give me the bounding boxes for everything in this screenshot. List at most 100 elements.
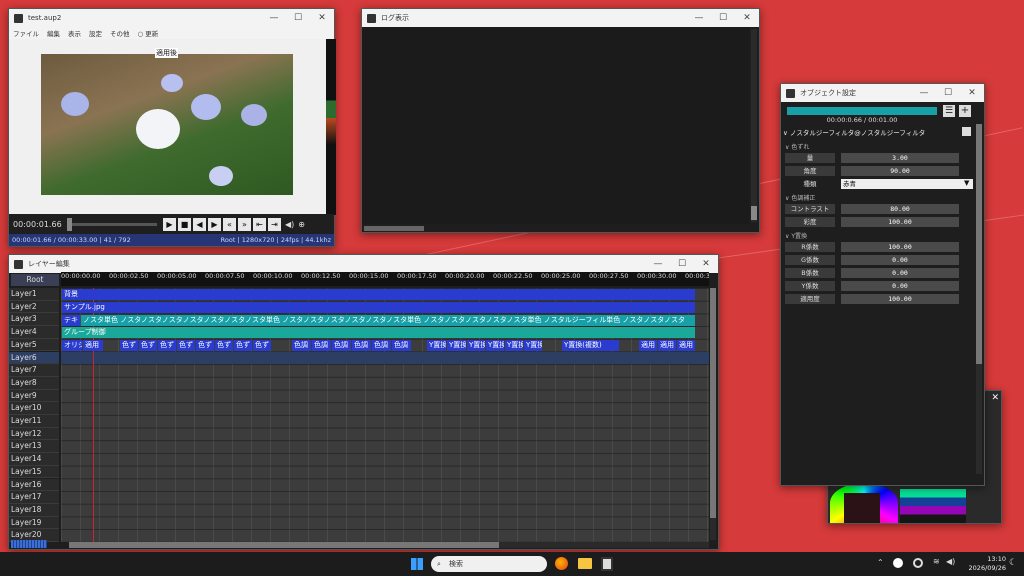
prop-value[interactable]: 100.00 <box>841 217 959 227</box>
prop-value[interactable]: 100.00 <box>841 242 959 252</box>
prop-value[interactable]: 0.00 <box>841 268 959 278</box>
clip-effect[interactable]: 色ず <box>253 340 271 351</box>
timeline-titlebar[interactable]: レイヤー編集 — ☐ ✕ <box>9 255 718 273</box>
clip-effect[interactable]: 適用 <box>639 340 657 351</box>
clip-effect[interactable]: Y置換 <box>427 340 446 351</box>
filter-header[interactable]: ∨ ノスタルジーフィルタ@ノスタルジーフィルタ <box>783 127 973 138</box>
clip-effect[interactable]: 適用 <box>658 340 676 351</box>
clip-filters-layer3[interactable]: ノスタ単色 ノスタノスタノスタノスタノスタノスタノスタ単色 ノスタノスタノスタノ… <box>81 314 695 326</box>
layer-header-8[interactable]: Layer8 <box>9 376 59 390</box>
layer-header-14[interactable]: Layer14 <box>9 453 59 466</box>
zoom-icon[interactable]: ⊕ <box>298 220 305 229</box>
maximize-button[interactable]: ☐ <box>286 9 310 27</box>
play-button[interactable]: ▶ <box>163 217 176 231</box>
layer-header-9[interactable]: Layer9 <box>9 389 59 403</box>
prop-label[interactable]: 量 <box>785 153 835 163</box>
timeline-hscroll[interactable] <box>69 542 709 548</box>
prop-label[interactable]: コントラスト <box>785 204 835 214</box>
minimize-button[interactable]: — <box>646 255 670 273</box>
section-color-shift[interactable]: ∨ 色ずれ <box>785 142 809 151</box>
clip-text[interactable]: テキ <box>62 314 80 326</box>
checkbox-icon[interactable] <box>962 127 971 136</box>
maximize-button[interactable]: ☐ <box>711 9 735 27</box>
layer-header-16[interactable]: Layer16 <box>9 478 59 492</box>
firefox-icon[interactable] <box>555 557 568 570</box>
close-button[interactable]: ✕ <box>694 255 718 273</box>
prop-value[interactable]: 0.00 <box>841 255 959 265</box>
maximize-button[interactable]: ☐ <box>936 84 960 102</box>
layer-header-13[interactable]: Layer13 <box>9 440 59 454</box>
layer-header-10[interactable]: Layer10 <box>9 402 59 415</box>
layer-header-1[interactable]: Layer1 <box>9 288 59 301</box>
hue-ring[interactable] <box>830 483 898 523</box>
clip-effect[interactable]: 色ず <box>234 340 252 351</box>
layer-header-7[interactable]: Layer7 <box>9 364 59 377</box>
prop-value[interactable]: 90.00 <box>841 166 959 176</box>
object-titlebar[interactable]: オブジェクト設定 — ☐ ✕ <box>781 84 984 102</box>
clip-effect[interactable]: オリジ <box>62 340 82 351</box>
clock[interactable]: 13:10 2026/09/26 <box>962 555 1006 573</box>
clip-effect[interactable]: 色ず <box>120 340 138 351</box>
prop-value[interactable]: 80.00 <box>841 204 959 214</box>
clip-effect[interactable]: 色調 <box>332 340 351 351</box>
clip-effect[interactable]: Y置換 <box>486 340 504 351</box>
folder-icon[interactable] <box>578 558 592 569</box>
clip-effect[interactable]: 色調 <box>352 340 371 351</box>
layer-header-15[interactable]: Layer15 <box>9 465 59 479</box>
volume-icon[interactable]: ◀) <box>946 557 955 566</box>
color-picker-close[interactable]: ✕ <box>991 393 999 403</box>
prop-label[interactable]: 彩度 <box>785 217 835 227</box>
clip-effect[interactable]: Y置換 <box>467 340 485 351</box>
preview-titlebar[interactable]: test.aup2 — ☐ ✕ <box>9 9 334 27</box>
root-button[interactable]: Root <box>11 274 59 286</box>
layer-header-4[interactable]: Layer4 <box>9 326 59 339</box>
section-color-correction[interactable]: ∨ 色調補正 <box>785 193 815 202</box>
clip-group-control[interactable]: グループ制御 <box>62 327 695 338</box>
menu-settings[interactable]: 設定 <box>89 28 102 38</box>
add-filter-icon[interactable]: + <box>959 105 971 117</box>
clip-effect[interactable]: 色調 <box>372 340 391 351</box>
next-frame-button[interactable]: ▶ <box>208 217 221 231</box>
search-box[interactable]: ⌕ 検索 <box>431 556 547 572</box>
close-button[interactable]: ✕ <box>310 9 334 27</box>
section-y-replace[interactable]: ∨ Y置換 <box>785 231 807 240</box>
color-palette[interactable] <box>900 489 966 523</box>
layer-header-18[interactable]: Layer18 <box>9 503 59 517</box>
minimize-button[interactable]: — <box>912 84 936 102</box>
layer-header-19[interactable]: Layer19 <box>9 516 59 530</box>
menu-other[interactable]: その他 <box>110 28 130 38</box>
chevron-down-icon[interactable]: ▼ <box>964 179 969 187</box>
tray-chevron-icon[interactable]: ⌃ <box>877 558 884 567</box>
prop-label[interactable]: R係数 <box>785 242 835 252</box>
tray-sync-icon[interactable] <box>913 558 923 568</box>
close-button[interactable]: ✕ <box>960 84 984 102</box>
close-button[interactable]: ✕ <box>735 9 759 27</box>
clip-effect[interactable]: 色調 <box>392 340 411 351</box>
menu-file[interactable]: ファイル <box>13 28 39 38</box>
timeline-vscroll[interactable] <box>710 288 716 540</box>
go-end-button[interactable]: ⇥ <box>268 217 281 231</box>
log-vscroll[interactable] <box>751 29 757 222</box>
fast-forward-button[interactable]: » <box>238 217 251 231</box>
type-select[interactable]: 赤青 <box>841 179 973 189</box>
layer-header-6[interactable]: Layer6 <box>9 351 59 365</box>
prop-label[interactable]: 角度 <box>785 166 835 176</box>
object-timebar[interactable] <box>787 107 937 115</box>
menu-view[interactable]: 表示 <box>68 28 81 38</box>
prop-value[interactable]: 100.00 <box>841 294 959 304</box>
menu-update[interactable]: ○ 更新 <box>138 28 159 38</box>
volume-icon[interactable]: ◀) <box>285 220 294 229</box>
clip-background[interactable]: 背景 <box>62 289 695 300</box>
layer-header-5[interactable]: Layer5 <box>9 338 59 352</box>
prop-label[interactable]: G係数 <box>785 255 835 265</box>
clip-effect[interactable]: 色調 <box>292 340 311 351</box>
prop-value[interactable]: 3.00 <box>841 153 959 163</box>
clip-effect[interactable]: 色調 <box>312 340 331 351</box>
minimize-button[interactable]: — <box>262 9 286 27</box>
prop-label[interactable]: 適用度 <box>785 294 835 304</box>
clip-effect[interactable]: Y置換 <box>505 340 523 351</box>
prev-frame-button[interactable]: ◀ <box>193 217 206 231</box>
list-icon[interactable]: ☰ <box>943 105 955 117</box>
clip-effect[interactable]: Y置換 <box>447 340 466 351</box>
start-icon[interactable] <box>411 558 423 570</box>
